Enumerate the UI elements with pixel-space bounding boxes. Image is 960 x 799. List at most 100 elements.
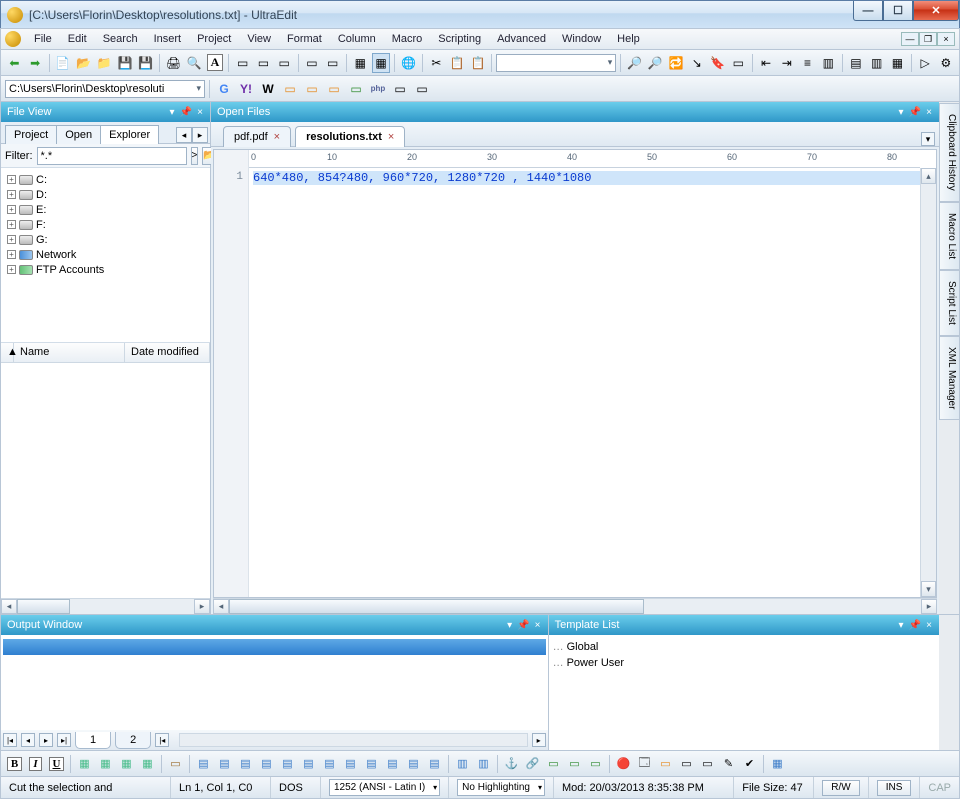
replace-button[interactable]: 🔁 bbox=[667, 53, 686, 73]
tl-pin-icon[interactable]: 📌 bbox=[909, 619, 921, 631]
output-tab-1[interactable]: 1 bbox=[75, 732, 111, 749]
panel-menu-icon[interactable]: ▾ bbox=[166, 106, 178, 118]
tb2-btn-2[interactable]: ▭ bbox=[302, 79, 322, 99]
menu-macro[interactable]: Macro bbox=[385, 31, 430, 47]
bt-15[interactable]: ▤ bbox=[383, 754, 402, 773]
word-wrap-button[interactable]: ▦ bbox=[351, 53, 370, 73]
bt-17[interactable]: ▤ bbox=[425, 754, 444, 773]
side-tab-macro[interactable]: Macro List bbox=[939, 202, 959, 270]
file-list[interactable] bbox=[1, 363, 210, 598]
bt-1[interactable]: ▦ bbox=[75, 754, 94, 773]
side-tab-clipboard[interactable]: Clipboard History bbox=[939, 103, 959, 202]
bt-29[interactable]: ▭ bbox=[698, 754, 717, 773]
bt-5[interactable]: ▭ bbox=[166, 754, 185, 773]
col-name[interactable]: Name bbox=[14, 343, 125, 362]
drive-tree[interactable]: +C: +D: +E: +F: +G: +Network +FTP Accoun… bbox=[1, 168, 210, 343]
fv-nav-prev[interactable]: ◂ bbox=[176, 127, 192, 143]
bt-4[interactable]: ▦ bbox=[138, 754, 157, 773]
template-power-user[interactable]: Power User bbox=[549, 655, 939, 671]
italic-button[interactable]: I bbox=[26, 754, 45, 773]
out-first[interactable]: |◂ bbox=[3, 733, 17, 747]
menu-edit[interactable]: Edit bbox=[61, 31, 94, 47]
bold-button[interactable]: B bbox=[5, 754, 24, 773]
print-button[interactable]: 🖨 bbox=[164, 53, 183, 73]
output-tab-2[interactable]: 2 bbox=[115, 732, 151, 749]
out-scroll-right[interactable]: ▸ bbox=[532, 733, 546, 747]
tb-btn-e[interactable]: ▭ bbox=[323, 53, 342, 73]
menu-view[interactable]: View bbox=[240, 31, 278, 47]
menu-advanced[interactable]: Advanced bbox=[490, 31, 553, 47]
drive-e[interactable]: +E: bbox=[3, 202, 208, 217]
out-scroll-left[interactable]: |◂ bbox=[155, 733, 169, 747]
bt-18[interactable]: ▥ bbox=[453, 754, 472, 773]
tl-menu-icon[interactable]: ▾ bbox=[895, 619, 907, 631]
status-rw[interactable]: R/W bbox=[814, 777, 868, 798]
anchor-button[interactable]: ⚓ bbox=[502, 754, 521, 773]
tab-project[interactable]: Project bbox=[5, 125, 57, 144]
underline-button[interactable]: U bbox=[47, 754, 66, 773]
menu-scripting[interactable]: Scripting bbox=[431, 31, 488, 47]
fv-scroll-right[interactable]: ▸ bbox=[194, 599, 210, 614]
wikipedia-button[interactable]: W bbox=[258, 79, 278, 99]
align-button[interactable]: ≡ bbox=[798, 53, 817, 73]
line-numbers-button[interactable]: ▦ bbox=[372, 53, 391, 73]
tab-close-icon[interactable]: × bbox=[274, 131, 280, 143]
bt-26[interactable]: 🗔 bbox=[635, 754, 654, 773]
template-body[interactable]: Global Power User bbox=[549, 635, 939, 750]
side-tab-xml[interactable]: XML Manager bbox=[939, 336, 959, 420]
bt-6[interactable]: ▤ bbox=[194, 754, 213, 773]
tab-explorer[interactable]: Explorer bbox=[100, 125, 159, 144]
code-area[interactable]: 640*480, 854?480, 960*720, 1280*720 , 14… bbox=[249, 168, 920, 597]
print-preview-button[interactable]: 🔍 bbox=[185, 53, 204, 73]
tabs-dropdown-icon[interactable]: ▾ bbox=[921, 132, 935, 146]
cut-button[interactable]: ✂ bbox=[427, 53, 446, 73]
menu-project[interactable]: Project bbox=[190, 31, 238, 47]
bt-12[interactable]: ▤ bbox=[320, 754, 339, 773]
tb2-btn-3[interactable]: ▭ bbox=[324, 79, 344, 99]
bt-16[interactable]: ▤ bbox=[404, 754, 423, 773]
ow-pin-icon[interactable]: 📌 bbox=[518, 619, 530, 631]
doc-tab-pdf[interactable]: pdf.pdf × bbox=[223, 126, 291, 147]
bt-21[interactable]: 🔗 bbox=[523, 754, 542, 773]
mdi-restore-button[interactable]: ❐ bbox=[919, 32, 937, 46]
of-close-icon[interactable]: × bbox=[923, 106, 935, 118]
drive-network[interactable]: +Network bbox=[3, 247, 208, 262]
template-global[interactable]: Global bbox=[549, 639, 939, 655]
columns-button[interactable]: ▥ bbox=[819, 53, 838, 73]
tab-open[interactable]: Open bbox=[56, 125, 101, 144]
bt-9[interactable]: ▤ bbox=[257, 754, 276, 773]
php-button[interactable]: php bbox=[368, 79, 388, 99]
status-ins[interactable]: INS bbox=[869, 777, 921, 798]
bt-2[interactable]: ▦ bbox=[96, 754, 115, 773]
status-highlighting[interactable]: No Highlighting bbox=[449, 777, 554, 798]
address-combo[interactable]: C:\Users\Florin\Desktop\resoluti bbox=[5, 80, 205, 98]
ow-menu-icon[interactable]: ▾ bbox=[504, 619, 516, 631]
out-next[interactable]: ▸ bbox=[39, 733, 53, 747]
maximize-button[interactable]: ☐ bbox=[883, 1, 913, 21]
bt-30[interactable]: ✎ bbox=[719, 754, 738, 773]
goto-button[interactable]: ↘ bbox=[687, 53, 706, 73]
tb2-btn-6[interactable]: ▭ bbox=[390, 79, 410, 99]
cascade-button[interactable]: ▦ bbox=[888, 53, 907, 73]
editor-h-scrollbar[interactable]: ◂ ▸ bbox=[213, 598, 937, 614]
google-button[interactable]: G bbox=[214, 79, 234, 99]
yahoo-button[interactable]: Y! bbox=[236, 79, 256, 99]
output-body[interactable] bbox=[1, 635, 548, 730]
tb-btn-m[interactable]: ▭ bbox=[729, 53, 748, 73]
tb-btn-b[interactable]: ▭ bbox=[254, 53, 273, 73]
side-tab-script[interactable]: Script List bbox=[939, 270, 959, 336]
paste-button[interactable]: 📋 bbox=[469, 53, 488, 73]
drive-d[interactable]: +D: bbox=[3, 187, 208, 202]
panel-close-icon[interactable]: × bbox=[194, 106, 206, 118]
bt-8[interactable]: ▤ bbox=[236, 754, 255, 773]
doc-tab-resolutions[interactable]: resolutions.txt × bbox=[295, 126, 405, 147]
tb-btn-a[interactable]: ▭ bbox=[233, 53, 252, 73]
bt-13[interactable]: ▤ bbox=[341, 754, 360, 773]
tb2-btn-1[interactable]: ▭ bbox=[280, 79, 300, 99]
find-button[interactable]: 🔎 bbox=[625, 53, 644, 73]
bt-23[interactable]: ▭ bbox=[565, 754, 584, 773]
tl-close-icon[interactable]: × bbox=[923, 619, 935, 631]
bookmark-button[interactable]: 🔖 bbox=[708, 53, 727, 73]
out-prev[interactable]: ◂ bbox=[21, 733, 35, 747]
of-pin-icon[interactable]: 📌 bbox=[909, 106, 921, 118]
